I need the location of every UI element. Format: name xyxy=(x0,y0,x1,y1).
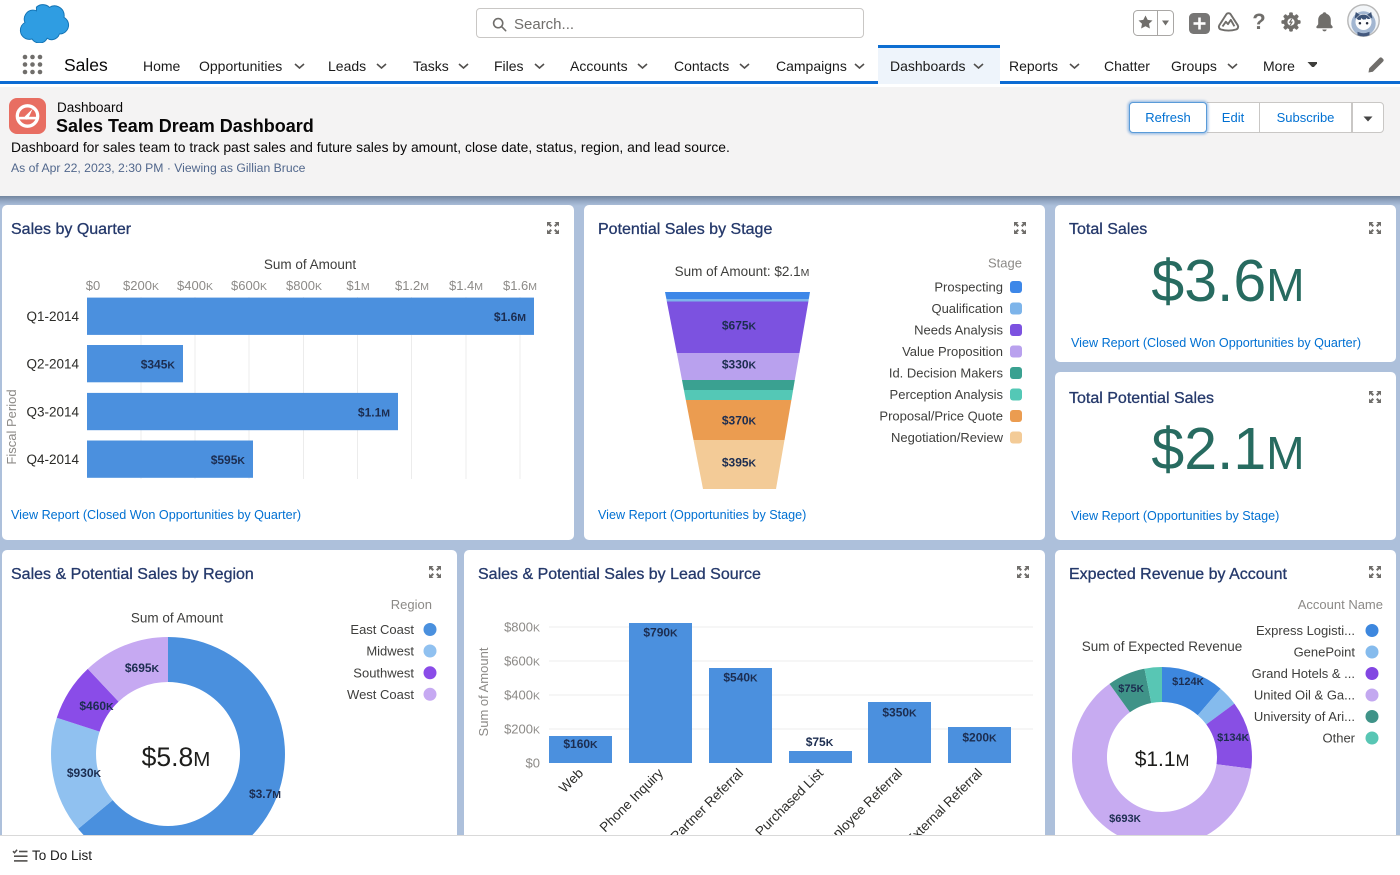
svg-text:Sum of Amount: $2.1M: Sum of Amount: $2.1M xyxy=(675,264,810,279)
svg-text:Other: Other xyxy=(1322,731,1355,746)
svg-text:$1.6M: $1.6M xyxy=(494,310,526,324)
svg-text:Negotiation/Review: Negotiation/Review xyxy=(891,430,1004,445)
svg-text:GenePoint: GenePoint xyxy=(1294,645,1356,660)
svg-text:Q3-2014: Q3-2014 xyxy=(26,404,79,419)
svg-text:$330K: $330K xyxy=(722,358,757,372)
svg-text:$0: $0 xyxy=(526,756,540,771)
svg-text:West Coast: West Coast xyxy=(347,687,414,702)
svg-text:$400K: $400K xyxy=(504,688,540,703)
svg-text:$1.1M: $1.1M xyxy=(1135,748,1190,771)
svg-text:University of Ari...: University of Ari... xyxy=(1254,709,1355,724)
svg-text:Q1-2014: Q1-2014 xyxy=(26,309,79,324)
svg-text:Web: Web xyxy=(556,766,586,796)
svg-text:$540K: $540K xyxy=(723,671,758,685)
svg-text:$800K: $800K xyxy=(504,620,540,635)
svg-text:Grand Hotels & ...: Grand Hotels & ... xyxy=(1252,666,1355,681)
svg-text:$5.8M: $5.8M xyxy=(142,742,211,772)
svg-text:$693K: $693K xyxy=(1109,813,1141,825)
svg-text:$595K: $595K xyxy=(211,453,246,467)
svg-text:$460K: $460K xyxy=(79,699,114,713)
svg-text:$400K: $400K xyxy=(177,278,213,293)
svg-text:$1.6M: $1.6M xyxy=(503,278,537,293)
svg-text:Region: Region xyxy=(391,597,432,612)
svg-text:$1.4M: $1.4M xyxy=(449,278,483,293)
svg-text:Perception Analysis: Perception Analysis xyxy=(890,387,1004,402)
svg-text:$3.7M: $3.7M xyxy=(249,787,281,801)
svg-text:Qualification: Qualification xyxy=(931,301,1003,316)
svg-text:$790K: $790K xyxy=(643,626,678,640)
svg-text:Q2-2014: Q2-2014 xyxy=(26,357,79,372)
svg-text:?: ? xyxy=(1252,9,1265,34)
svg-text:$1M: $1M xyxy=(346,278,369,293)
svg-text:$800K: $800K xyxy=(286,278,322,293)
svg-text:Partner Referral: Partner Referral xyxy=(668,766,747,845)
svg-text:$0: $0 xyxy=(86,278,100,293)
svg-text:$600K: $600K xyxy=(504,654,540,669)
svg-text:Value Proposition: Value Proposition xyxy=(902,344,1003,359)
svg-text:Purchased List: Purchased List xyxy=(752,765,826,839)
svg-text:Midwest: Midwest xyxy=(366,644,414,659)
svg-text:$345K: $345K xyxy=(141,358,176,372)
svg-text:$930K: $930K xyxy=(67,766,102,780)
svg-text:Southwest: Southwest xyxy=(353,665,414,680)
svg-text:$1.1M: $1.1M xyxy=(358,405,390,419)
svg-text:$200K: $200K xyxy=(962,731,997,745)
svg-text:Id. Decision Makers: Id. Decision Makers xyxy=(889,366,1004,381)
svg-text:$1.2M: $1.2M xyxy=(395,278,429,293)
svg-text:Needs Analysis: Needs Analysis xyxy=(914,323,1003,338)
svg-text:$350K: $350K xyxy=(882,706,917,720)
svg-text:Account Name: Account Name xyxy=(1298,597,1383,612)
svg-text:Stage: Stage xyxy=(988,256,1022,271)
svg-text:Prospecting: Prospecting xyxy=(934,280,1003,295)
svg-text:Phone Inquiry: Phone Inquiry xyxy=(597,765,667,835)
svg-text:United Oil & Ga...: United Oil & Ga... xyxy=(1254,688,1355,703)
svg-text:$600K: $600K xyxy=(231,278,267,293)
svg-text:$160K: $160K xyxy=(563,737,598,751)
svg-text:$200K: $200K xyxy=(123,278,159,293)
svg-text:$75K: $75K xyxy=(1118,683,1144,695)
svg-text:East Coast: East Coast xyxy=(350,622,414,637)
svg-text:Proposal/Price Quote: Proposal/Price Quote xyxy=(879,409,1003,424)
svg-text:Express Logisti...: Express Logisti... xyxy=(1256,623,1355,638)
svg-text:Fiscal Period: Fiscal Period xyxy=(4,389,19,464)
svg-text:$75K: $75K xyxy=(806,735,834,749)
svg-text:$695K: $695K xyxy=(125,661,160,675)
svg-text:Sum of Amount: Sum of Amount xyxy=(264,257,357,272)
svg-text:$124K: $124K xyxy=(1172,676,1204,688)
svg-text:$675K: $675K xyxy=(722,319,757,333)
svg-text:$134K: $134K xyxy=(1217,732,1249,744)
svg-text:Sum of Amount: Sum of Amount xyxy=(476,647,491,736)
svg-text:Q4-2014: Q4-2014 xyxy=(26,452,79,467)
svg-text:Sum of Amount: Sum of Amount xyxy=(131,611,224,626)
svg-text:Sum of Expected Revenue: Sum of Expected Revenue xyxy=(1082,639,1243,654)
svg-text:$395K: $395K xyxy=(722,456,757,470)
svg-text:$200K: $200K xyxy=(504,722,540,737)
svg-text:$370K: $370K xyxy=(722,414,757,428)
